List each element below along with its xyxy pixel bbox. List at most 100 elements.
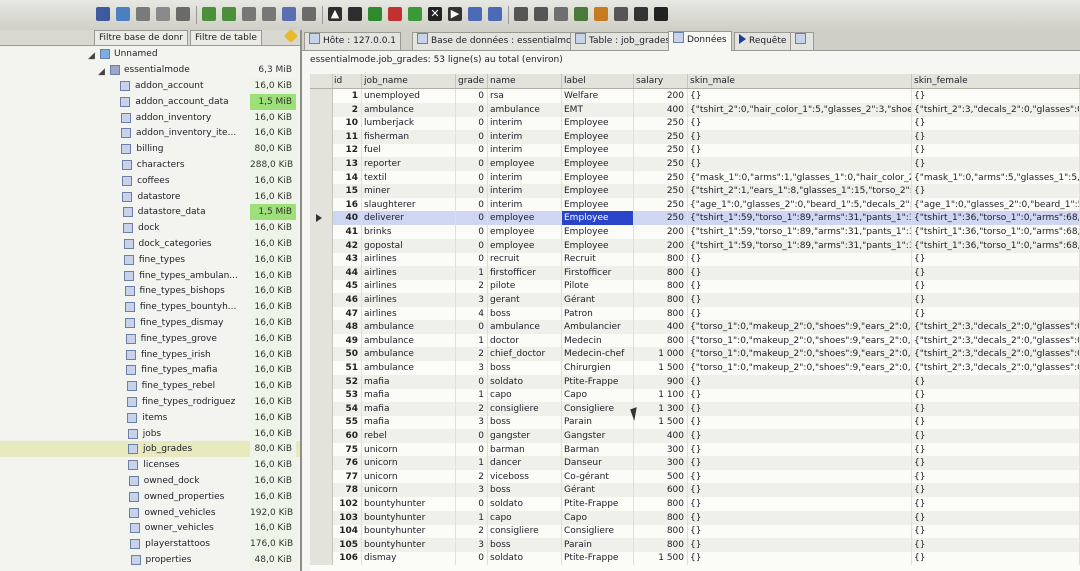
tab-table[interactable]: Table : job_grades: [570, 32, 676, 50]
cell-id[interactable]: 53: [332, 388, 362, 403]
cell-skin_female[interactable]: {}: [912, 442, 1080, 457]
cell-label[interactable]: Consigliere: [562, 401, 634, 416]
table-row[interactable]: 47 airlines 4 boss Patron 800{}{}: [310, 306, 1080, 321]
cell-skin_male[interactable]: {}: [688, 143, 912, 158]
cell-salary[interactable]: 800: [634, 265, 688, 280]
cell-name[interactable]: doctor: [488, 333, 562, 348]
cell-salary[interactable]: 250: [634, 129, 688, 144]
cell-salary[interactable]: 800: [634, 497, 688, 511]
cell-id[interactable]: 10: [332, 116, 362, 131]
column-header-id[interactable]: id: [332, 74, 362, 88]
cell-id[interactable]: 55: [332, 415, 362, 430]
tree-table-item[interactable]: coffees 16,0 KiB: [0, 172, 300, 189]
cell-skin_male[interactable]: {"torso_1":0,"makeup_2":0,"shoes":9,"ear…: [688, 347, 912, 362]
cell-grade[interactable]: 1: [456, 265, 488, 280]
cell-label[interactable]: Employee: [562, 238, 634, 253]
cell-label[interactable]: Employee: [562, 184, 634, 199]
cell-skin_male[interactable]: {}: [688, 252, 912, 267]
table-row[interactable]: 54 mafia 2 consigliere Consigliere 1 300{}{}: [310, 401, 1080, 416]
cell-skin_female[interactable]: {"tshirt_2":3,"decals_2":0,"glasses":0,"…: [912, 102, 1080, 117]
tab-new-query[interactable]: [790, 32, 814, 50]
cell-skin_female[interactable]: {"tshirt_2":3,"decals_2":0,"glasses":0,"…: [912, 361, 1080, 375]
cell-id[interactable]: 41: [332, 225, 362, 239]
cell-job_name[interactable]: slaughterer: [362, 197, 456, 212]
cell-job_name[interactable]: bountyhunter: [362, 537, 456, 552]
cell-name[interactable]: barman: [488, 442, 562, 457]
cell-skin_female[interactable]: {}: [912, 469, 1080, 484]
tree-table-item[interactable]: owned_vehicles 192,0 KiB: [0, 504, 300, 521]
cell-name[interactable]: interim: [488, 170, 562, 185]
tree-table-item[interactable]: addon_inventory_ite... 16,0 KiB: [0, 125, 300, 142]
cell-grade[interactable]: 0: [456, 374, 488, 389]
cell-name[interactable]: interim: [488, 184, 562, 199]
paste-icon[interactable]: [156, 7, 170, 21]
cell-label[interactable]: Ptite-Frappe: [562, 551, 634, 566]
cell-skin_male[interactable]: {"tshirt_1":59,"torso_1":89,"arms":31,"p…: [688, 225, 912, 239]
cell-grade[interactable]: 3: [456, 483, 488, 498]
cell-job_name[interactable]: mafia: [362, 388, 456, 403]
tree-table-item[interactable]: owned_properties 16,0 KiB: [0, 488, 300, 505]
cell-skin_female[interactable]: {}: [912, 388, 1080, 403]
cell-grade[interactable]: 0: [456, 197, 488, 212]
cell-grade[interactable]: 1: [456, 456, 488, 471]
tab-base[interactable]: Base de données : essentialmode: [412, 32, 588, 50]
table-row[interactable]: 15 miner 0 interim Employee 250 {"tshirt_2":1,…: [310, 184, 1080, 199]
cell-grade[interactable]: 2: [456, 347, 488, 362]
query-builder-icon[interactable]: [488, 7, 502, 21]
cell-label[interactable]: Chirurgien: [562, 361, 634, 375]
export-icon[interactable]: [242, 7, 256, 21]
open-icon[interactable]: [116, 7, 130, 21]
cell-skin_male[interactable]: {}: [688, 89, 912, 103]
cell-job_name[interactable]: airlines: [362, 265, 456, 280]
tree-table-item[interactable]: dock 16,0 KiB: [0, 220, 300, 237]
cell-skin_female[interactable]: {}: [912, 306, 1080, 321]
cell-skin_female[interactable]: {}: [912, 157, 1080, 171]
cell-job_name[interactable]: ambulance: [362, 102, 456, 117]
tree-table-item[interactable]: fine_types_irish 16,0 KiB: [0, 346, 300, 363]
table-row[interactable]: 2 ambulance 0 ambulance EMT 400 {"tshirt_2":0,…: [310, 102, 1080, 117]
cell-name[interactable]: interim: [488, 197, 562, 212]
cell-label[interactable]: Ptite-Frappe: [562, 374, 634, 389]
cell-label[interactable]: Medecin: [562, 333, 634, 348]
cell-job_name[interactable]: mafia: [362, 401, 456, 416]
cell-name[interactable]: employee: [488, 238, 562, 253]
cell-label[interactable]: Barman: [562, 442, 634, 457]
cell-id[interactable]: 102: [332, 497, 362, 511]
cell-grade[interactable]: 1: [456, 388, 488, 403]
cell-skin_female[interactable]: {}: [912, 184, 1080, 199]
cell-id[interactable]: 15: [332, 184, 362, 199]
cell-salary[interactable]: 300: [634, 442, 688, 457]
cell-grade[interactable]: 1: [456, 510, 488, 525]
print-icon[interactable]: [176, 7, 190, 21]
cell-id[interactable]: 16: [332, 197, 362, 212]
cell-grade[interactable]: 1: [456, 333, 488, 348]
cell-job_name[interactable]: reporter: [362, 157, 456, 171]
cell-grade[interactable]: 3: [456, 537, 488, 552]
first-icon[interactable]: ▲: [328, 7, 342, 21]
cell-id[interactable]: 2: [332, 102, 362, 117]
cell-salary[interactable]: 400: [634, 102, 688, 117]
tree-table-item[interactable]: licenses 16,0 KiB: [0, 457, 300, 474]
tree-table-item[interactable]: fine_types_grove 16,0 KiB: [0, 330, 300, 347]
cell-job_name[interactable]: unicorn: [362, 442, 456, 457]
cell-skin_female[interactable]: {"tshirt_1":36,"torso_1":0,"arms":68,"pa…: [912, 211, 1080, 226]
cell-grade[interactable]: 0: [456, 497, 488, 511]
cell-grade[interactable]: 0: [456, 157, 488, 171]
tree-table-item[interactable]: playerstattoos 176,0 KiB: [0, 536, 300, 553]
cell-grade[interactable]: 2: [456, 401, 488, 416]
table-row[interactable]: 78 unicorn 3 boss Gérant 600{}{}: [310, 483, 1080, 498]
cell-id[interactable]: 47: [332, 306, 362, 321]
cell-id[interactable]: 104: [332, 524, 362, 539]
cell-skin_female[interactable]: {}: [912, 374, 1080, 389]
cell-skin_male[interactable]: {}: [688, 279, 912, 294]
cell-label[interactable]: Employee: [562, 197, 634, 212]
cell-grade[interactable]: 0: [456, 551, 488, 566]
help-icon[interactable]: [634, 7, 648, 21]
cell-label[interactable]: Employee: [562, 211, 634, 226]
cell-skin_male[interactable]: {}: [688, 388, 912, 403]
tree-table-item[interactable]: billing 80,0 KiB: [0, 141, 300, 158]
cell-name[interactable]: pilote: [488, 279, 562, 294]
cell-salary[interactable]: 250: [634, 170, 688, 185]
table-row[interactable]: 55 mafia 3 boss Parain 1 500{}{}: [310, 415, 1080, 430]
cell-salary[interactable]: 800: [634, 524, 688, 539]
